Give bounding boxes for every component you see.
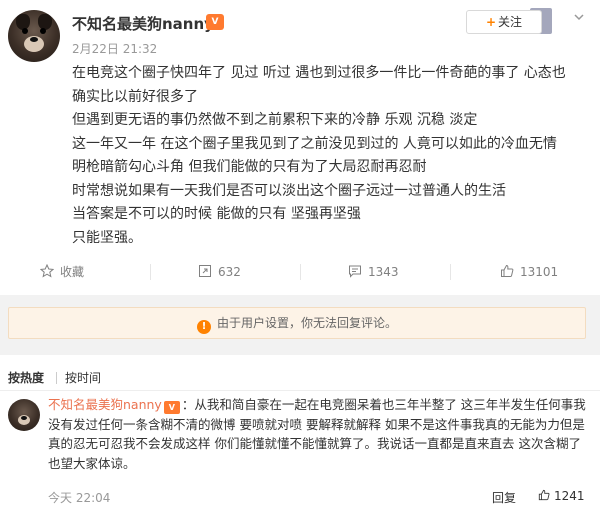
comment-count: 1343: [368, 265, 399, 279]
comments-section: 按热度 按时间 不知名最美狗nanny V ：从我和简自豪在一起在电竞圈呆着也三年半…: [0, 355, 600, 509]
weibo-post: 不知名最美狗nanny V 2月22日 21:32 + 关注 在电竞这个圈子快四年…: [0, 0, 600, 295]
comment-line: 也望大家体谅。: [48, 455, 136, 471]
divider: [150, 264, 151, 280]
follow-label: 关注: [498, 15, 523, 29]
thumbs-up-icon: [538, 489, 550, 501]
post-username[interactable]: 不知名最美狗nanny: [72, 13, 214, 34]
comment-line: 不知名最美狗nanny V ：从我和简自豪在一起在电竞圈呆着也三年半整了 这三年半发…: [48, 395, 588, 415]
follow-button[interactable]: + 关注: [466, 10, 542, 34]
repost-count: 632: [218, 265, 241, 279]
like-button[interactable]: 13101: [500, 256, 558, 288]
reply-button[interactable]: 回复: [492, 489, 516, 506]
sort-by-time-tab[interactable]: 按时间: [65, 369, 101, 386]
notice-text: 由于用户设置，你无法回复评论。: [216, 316, 397, 330]
content-line: 在电竞这个圈子快四年了 见过 听过 遇也到过很多一件比一件奇葩的事了 心态也: [72, 65, 566, 81]
reply-restricted-notice: ! 由于用户设置，你无法回复评论。: [8, 307, 586, 339]
comment-line: 没有发过任何一条含糊不清的微博 要喷就对喷 要解释就解释 如果不是这件事我真的无…: [48, 416, 585, 432]
comment-line: 真的忍无可忍我不会发成这样 你们能懂就懂不能懂就算了。我说话一直都是直来直去 这…: [48, 436, 581, 451]
comment-sort-bar: 按热度 按时间: [0, 369, 600, 389]
divider: [56, 372, 57, 384]
content-line: 确实比以前好很多了: [72, 88, 198, 105]
divider: [0, 390, 600, 391]
notice-section: ! 由于用户设置，你无法回复评论。: [0, 295, 600, 355]
comment-body: 不知名最美狗nanny V ：从我和简自豪在一起在电竞圈呆着也三年半整了 这三年半发…: [48, 395, 588, 473]
post-action-bar: 收藏 632 1343 13101: [0, 256, 600, 288]
comment-like-count: 1241: [554, 489, 585, 503]
content-line: 但遇到更无语的事仍然做不到之前累积下来的冷静 乐观 沉稳 淡定: [72, 112, 478, 128]
sort-by-hot-tab[interactable]: 按热度: [8, 369, 44, 386]
comment-button[interactable]: 1343: [348, 256, 399, 288]
comment-like-button[interactable]: 1241: [538, 489, 585, 503]
favorite-label: 收藏: [60, 265, 85, 279]
plus-icon: +: [485, 15, 497, 29]
content-line: 这一年又一年 在这个圈子里我见到了之前没见到过的 人竟可以如此的冷血无情: [72, 135, 557, 152]
chevron-down-icon[interactable]: [572, 10, 588, 26]
divider: [450, 264, 451, 280]
user-avatar[interactable]: [8, 10, 60, 62]
comment-text: ：从我和简自豪在一起在电竞圈呆着也三年半整了 这三年半发生任何事我: [181, 397, 586, 412]
repost-icon: [199, 265, 211, 277]
comment-avatar[interactable]: [8, 399, 40, 431]
comment-username[interactable]: 不知名最美狗nanny: [48, 397, 162, 412]
favorite-button[interactable]: 收藏: [40, 256, 84, 288]
content-line: 当答案是不可以的时候 能做的只有 坚强再坚强: [72, 206, 361, 222]
thumbs-up-icon: [501, 264, 514, 277]
repost-button[interactable]: 632: [198, 256, 241, 288]
vip-badge-icon: V: [163, 401, 180, 414]
comment-icon: [349, 265, 361, 278]
alert-icon: !: [196, 320, 211, 334]
like-count: 13101: [520, 265, 559, 279]
content-line: 明枪暗箭勾心斗角 但我们能做的只有为了大局忍耐再忍耐: [72, 159, 427, 175]
vip-badge-icon: V: [206, 14, 224, 30]
star-icon: [40, 264, 54, 278]
post-content: 在电竞这个圈子快四年了 见过 听过 遇也到过很多一件比一件奇葩的事了 心态也 确…: [72, 62, 587, 250]
content-line: 时常想说如果有一天我们是否可以淡出这个圈子远过一过普通人的生活: [72, 182, 506, 199]
comment-timestamp: 今天 22:04: [48, 491, 111, 505]
content-line: 只能坚强。: [72, 229, 142, 246]
post-timestamp[interactable]: 2月22日 21:32: [72, 40, 157, 57]
divider: [300, 264, 301, 280]
